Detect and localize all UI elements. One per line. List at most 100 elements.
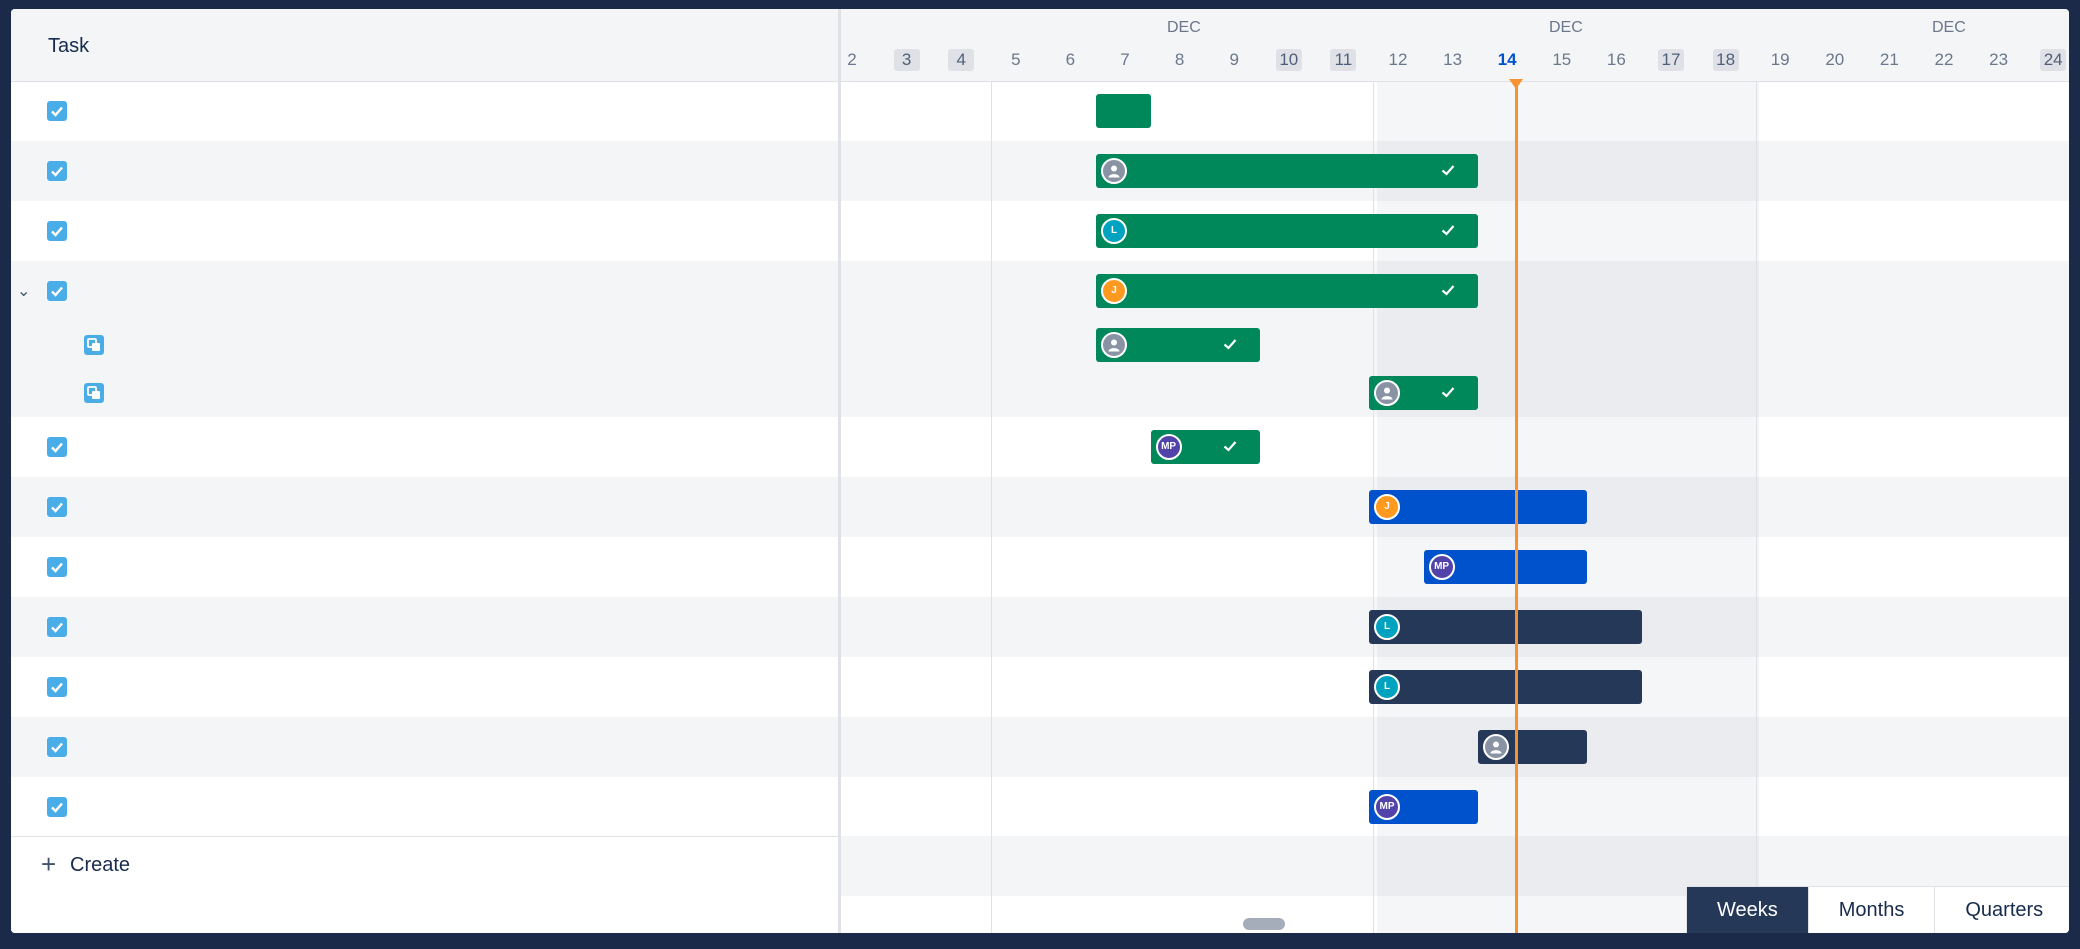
day-label: 8 — [1174, 50, 1185, 69]
gantt-bar[interactable] — [1096, 154, 1479, 188]
assignee-avatar[interactable]: MP — [1428, 554, 1455, 580]
task-header-label: Task — [48, 35, 90, 57]
gantt-bar[interactable]: J — [1096, 274, 1479, 308]
day-label: 4 — [948, 49, 975, 71]
day-label: 14 — [1497, 50, 1517, 69]
task-type-icon — [47, 221, 67, 241]
day-label: 22 — [1934, 50, 1954, 69]
zoom-switcher: Weeks Months Quarters — [1686, 886, 2069, 933]
assignee-avatar[interactable] — [1101, 332, 1127, 358]
day-label: 15 — [1552, 50, 1572, 69]
gantt-bar[interactable] — [1369, 376, 1479, 410]
assignee-avatar[interactable]: J — [1374, 494, 1400, 520]
task-type-icon — [47, 677, 67, 697]
day-label: 9 — [1229, 50, 1239, 69]
week-separator — [991, 9, 992, 933]
day-label: 19 — [1770, 50, 1790, 69]
gantt-bar[interactable] — [1478, 730, 1588, 764]
week-separator — [1756, 9, 1757, 933]
task-type-icon — [47, 737, 67, 757]
day-label: 17 — [1658, 49, 1684, 71]
task-type-icon — [47, 796, 67, 817]
timeline-header: DEC DEC DEC 2 3 4 5 6 7 8 9 10 11 12 13 14 15 16 17 18 19 20 2… — [841, 9, 2069, 82]
task-row[interactable] — [11, 477, 838, 537]
day-label: 2 — [847, 50, 857, 69]
task-row[interactable] — [11, 417, 838, 477]
assignee-avatar[interactable] — [1101, 158, 1127, 184]
task-type-icon — [47, 497, 67, 517]
day-label: 3 — [893, 49, 920, 71]
day-label: 21 — [1879, 50, 1899, 69]
done-check-icon — [1222, 336, 1238, 357]
task-row[interactable] — [11, 717, 838, 777]
gantt-bar[interactable]: L — [1369, 610, 1642, 644]
month-label: DEC — [1167, 19, 1201, 36]
done-check-icon — [1440, 222, 1456, 243]
task-column-header: Task — [11, 9, 838, 82]
assignee-avatar[interactable] — [1374, 380, 1400, 406]
create-button[interactable]: Create — [70, 854, 130, 877]
task-row[interactable]: ⌄ — [11, 261, 838, 321]
assignee-avatar[interactable]: MP — [1374, 793, 1400, 820]
task-type-icon — [47, 101, 67, 121]
subtask-icon — [84, 335, 104, 355]
gantt-bar[interactable]: MP — [1150, 430, 1260, 464]
zoom-option-weeks[interactable]: Weeks — [1687, 887, 1809, 933]
task-type-icon — [47, 437, 67, 457]
create-row[interactable]: + Create — [11, 836, 838, 899]
horizontal-scrollbar[interactable] — [1243, 918, 1285, 930]
task-row[interactable] — [11, 777, 838, 836]
month-label: DEC — [1549, 19, 1583, 36]
gantt-bar[interactable]: MP — [1369, 789, 1479, 824]
assignee-avatar[interactable]: L — [1101, 218, 1127, 244]
gantt-bar[interactable]: L — [1369, 670, 1642, 704]
day-label: 11 — [1330, 49, 1357, 71]
task-row[interactable] — [11, 141, 838, 201]
day-label: 23 — [1989, 50, 2009, 69]
day-label: 7 — [1120, 50, 1130, 69]
task-row[interactable] — [11, 657, 838, 717]
done-check-icon — [1440, 162, 1456, 183]
subtask-row[interactable] — [11, 369, 838, 417]
gantt-bar[interactable]: J — [1369, 490, 1588, 524]
day-label: 5 — [1011, 50, 1021, 69]
assignee-avatar[interactable] — [1483, 734, 1510, 760]
timeline-panel: DEC DEC DEC 2 3 4 5 6 7 8 9 10 11 12 13 14 15 16 17 18 19 20 2… — [841, 9, 2069, 933]
zoom-option-quarters[interactable]: Quarters — [1935, 887, 2069, 933]
assignee-avatar[interactable]: J — [1101, 278, 1127, 304]
task-type-icon — [47, 557, 67, 577]
day-label: 20 — [1825, 50, 1845, 69]
left-scroll-area — [11, 896, 838, 933]
task-type-icon — [47, 281, 67, 301]
done-check-icon — [1440, 282, 1456, 303]
subtask-row[interactable] — [11, 321, 838, 369]
gantt-frame: Task ⌄ + Create DEC DEC DEC 2 3 4 5 6 7 8 9 10 11 12 1… — [11, 9, 2069, 933]
day-label: 12 — [1388, 50, 1408, 69]
task-type-icon — [47, 617, 67, 637]
chevron-down-icon[interactable]: ⌄ — [17, 281, 30, 301]
day-label: 16 — [1606, 50, 1626, 69]
assignee-avatar[interactable]: L — [1374, 674, 1400, 700]
assignee-avatar[interactable]: MP — [1155, 434, 1182, 460]
day-label: 10 — [1275, 49, 1302, 71]
day-label: 6 — [1065, 50, 1076, 69]
plus-icon: + — [41, 849, 57, 879]
done-check-icon — [1440, 384, 1456, 405]
gantt-bar[interactable]: L — [1096, 214, 1479, 248]
task-list-panel: Task ⌄ + Create — [11, 9, 838, 933]
task-row[interactable] — [11, 597, 838, 657]
gantt-bar[interactable] — [1096, 328, 1260, 362]
assignee-avatar[interactable]: L — [1374, 614, 1400, 640]
day-label: 18 — [1712, 49, 1739, 71]
month-label: DEC — [1932, 19, 1966, 36]
done-check-icon — [1222, 438, 1238, 459]
day-label: 13 — [1443, 50, 1463, 69]
gantt-bar[interactable] — [1096, 94, 1151, 128]
today-line — [1515, 79, 1518, 933]
subtask-icon — [84, 383, 104, 403]
task-row[interactable] — [11, 201, 838, 261]
gantt-bar[interactable]: MP — [1423, 550, 1588, 584]
task-row[interactable] — [11, 537, 838, 597]
zoom-option-months[interactable]: Months — [1809, 887, 1936, 933]
task-row[interactable] — [11, 81, 838, 141]
